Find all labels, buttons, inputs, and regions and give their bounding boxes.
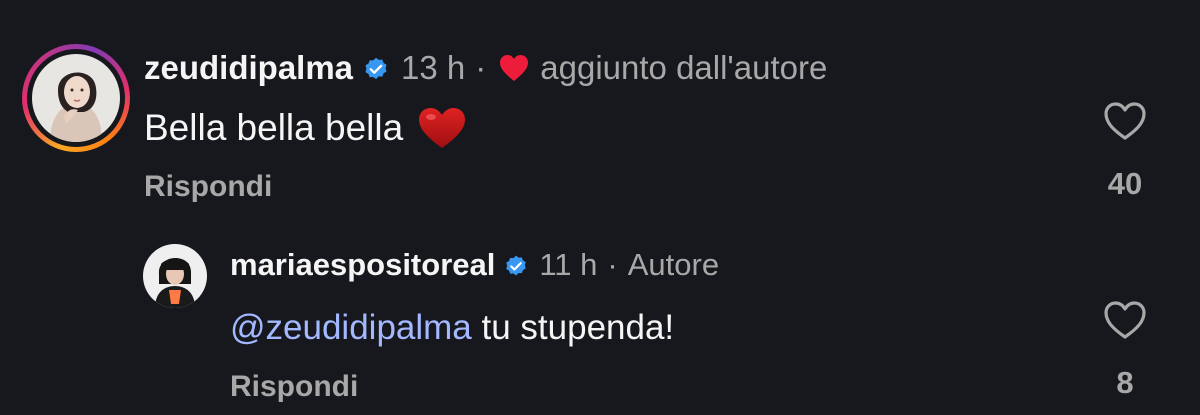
comment-header: zeudidipalma 13 h · aggiunto dall'autore	[144, 48, 827, 88]
added-by-author-label: aggiunto dall'autore	[540, 49, 828, 86]
red-heart-emoji-icon	[417, 106, 467, 150]
verified-badge-icon	[362, 54, 390, 82]
avatar-zeudidipalma	[32, 54, 120, 142]
username[interactable]: mariaespositoreal	[230, 247, 495, 283]
separator-dot: ·	[607, 247, 618, 282]
timestamp: 11 h	[539, 247, 598, 282]
avatar-mariaespositoreal	[143, 244, 207, 308]
red-heart-icon	[498, 53, 530, 83]
heart-outline-icon[interactable]	[1102, 299, 1148, 341]
avatar[interactable]	[32, 54, 120, 142]
reply-text-content: tu stupenda!	[471, 308, 675, 347]
username[interactable]: zeudidipalma	[144, 49, 353, 87]
like-count: 40	[1107, 166, 1143, 201]
comment-1: zeudidipalma 13 h · aggiunto dall'autore…	[0, 0, 1200, 215]
timestamp: 13 h	[401, 49, 466, 86]
heart-outline-icon[interactable]	[1102, 100, 1148, 142]
mention-link[interactable]: @zeudidipalma	[230, 308, 472, 348]
reply-text: @zeudidipalma tu stupenda!	[230, 307, 674, 349]
verified-badge-icon	[503, 252, 529, 278]
separator-dot: ·	[475, 49, 487, 86]
author-label: Autore	[627, 247, 720, 282]
avatar[interactable]	[143, 244, 207, 308]
comment-2-reply: mariaespositoreal 11 h · Autore @zeudidi…	[0, 215, 1200, 415]
like-count: 8	[1116, 365, 1134, 400]
reply-button[interactable]: Rispondi	[144, 170, 272, 204]
comment-text: Bella bella bella	[144, 106, 467, 150]
reply-header: mariaespositoreal 11 h · Autore	[230, 245, 719, 285]
comment-text-content: Bella bella bella	[144, 107, 404, 148]
reply-button[interactable]: Rispondi	[230, 370, 358, 404]
